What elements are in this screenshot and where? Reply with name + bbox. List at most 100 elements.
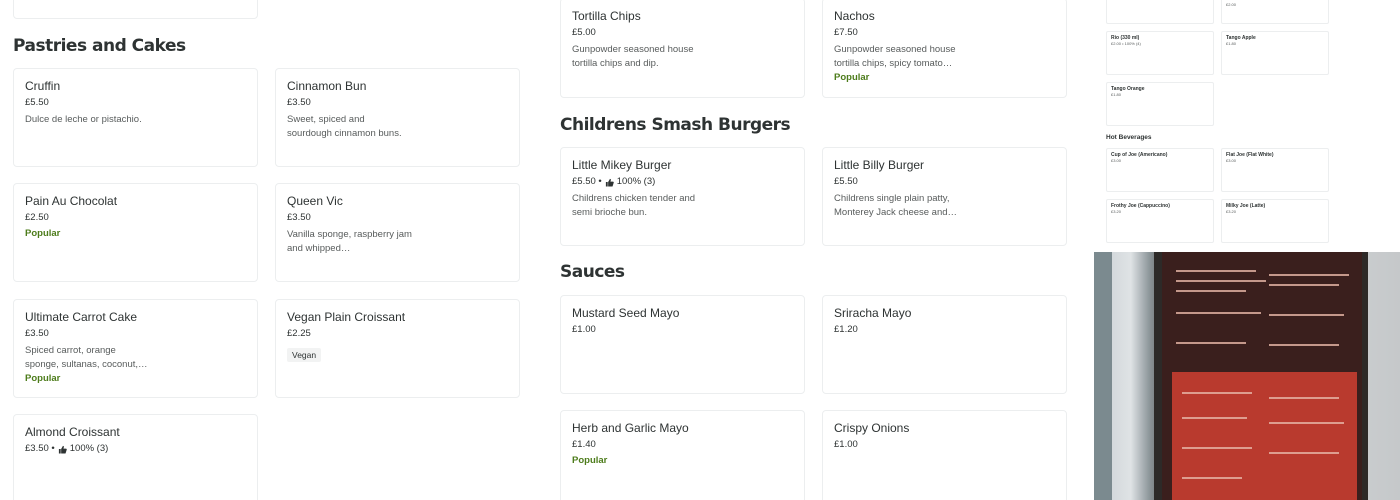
menu-item-crispy-onions[interactable]: Crispy Onions £1.00 xyxy=(822,410,1067,500)
mini-menu-card[interactable]: Rio (330 ml) £2.00 • 100% (4) xyxy=(1106,31,1214,75)
item-name: Pain Au Chocolat xyxy=(25,194,118,208)
item-description: Sweet, spiced and sourdough cinnamon bun… xyxy=(287,114,402,139)
item-rating: 100% (3) xyxy=(69,443,109,454)
board-frame-right xyxy=(1362,252,1368,500)
board-text-line xyxy=(1269,452,1339,454)
mini-menu-card[interactable] xyxy=(1106,0,1214,24)
item-price: £3.50 xyxy=(287,212,311,223)
menu-thumbnail-panel: £2.00 Rio (330 ml) £2.00 • 100% (4) Tang… xyxy=(1094,0,1400,252)
mini-menu-card[interactable]: Milky Joe (Latte) £3.20 xyxy=(1221,199,1329,243)
menu-item-cruffin[interactable]: Cruffin £5.50 Dulce de leche or pistachi… xyxy=(13,68,258,167)
board-text-line xyxy=(1176,312,1261,314)
item-name: Ultimate Carrot Cake xyxy=(25,310,138,324)
board-text-line xyxy=(1269,274,1349,276)
photo-wall xyxy=(1094,252,1112,500)
item-price: £1.00 xyxy=(834,439,858,450)
thumbs-up-icon xyxy=(605,178,614,187)
mini-menu-card[interactable]: Tango Orange £1.80 xyxy=(1106,82,1214,126)
item-description: Spiced carrot, orange sponge, sultanas, … xyxy=(25,345,148,370)
menu-item-almond-croissant[interactable]: Almond Croissant £3.50 • 100% (3) xyxy=(13,414,258,500)
popular-badge: Popular xyxy=(25,373,61,384)
menu-item-vegan-plain-croissant[interactable]: Vegan Plain Croissant £2.25 Vegan xyxy=(275,299,520,398)
mini-item-price: £3.00 xyxy=(1226,158,1237,163)
item-price: £7.50 xyxy=(834,27,858,38)
board-text-line xyxy=(1182,417,1247,419)
item-description: Gunpowder seasoned house tortilla chips,… xyxy=(834,44,956,69)
item-price-rating: £5.50 • 100% (3) xyxy=(572,176,793,188)
mini-menu-card[interactable]: Flat Joe (Flat White) £3.00 xyxy=(1221,148,1329,192)
section-title-pastries: Pastries and Cakes xyxy=(13,36,186,56)
item-price: £1.00 xyxy=(572,324,596,335)
vegan-tag: Vegan xyxy=(287,348,322,362)
mini-menu-card[interactable]: Frothy Joe (Cappuccino) £3.20 xyxy=(1106,199,1214,243)
board-text-line xyxy=(1269,344,1339,346)
board-text-line xyxy=(1269,314,1344,316)
item-price: £2.50 xyxy=(25,212,49,223)
item-name: Cinnamon Bun xyxy=(287,79,367,93)
popular-badge: Popular xyxy=(572,455,608,466)
item-name: Mustard Seed Mayo xyxy=(572,306,680,320)
menu-item-little-billy-burger[interactable]: Little Billy Burger £5.50 Childrens sing… xyxy=(822,147,1067,246)
menu-item-little-mikey-burger[interactable]: Little Mikey Burger £5.50 • 100% (3) Chi… xyxy=(560,147,805,246)
board-text-line xyxy=(1176,342,1246,344)
item-name: Vegan Plain Croissant xyxy=(287,310,406,324)
mini-item-price: £3.00 xyxy=(1111,158,1122,163)
item-name: Little Mikey Burger xyxy=(572,158,672,172)
item-name: Herb and Garlic Mayo xyxy=(572,421,689,435)
item-price: £3.50 xyxy=(25,328,49,339)
item-name: Almond Croissant xyxy=(25,425,120,439)
menu-item-queen-vic[interactable]: Queen Vic £3.50 Vanilla sponge, raspberr… xyxy=(275,183,520,282)
mini-section-title: Hot Beverages xyxy=(1106,134,1152,141)
item-name: Nachos xyxy=(834,9,875,23)
item-name: Little Billy Burger xyxy=(834,158,925,172)
item-price: £5.50 xyxy=(25,97,49,108)
board-text-line xyxy=(1269,284,1339,286)
board-text-line xyxy=(1269,422,1344,424)
item-description: Dulce de leche or pistachio. xyxy=(25,114,142,125)
menu-item-pain-au-chocolat[interactable]: Pain Au Chocolat £2.50 Popular xyxy=(13,183,258,282)
item-description: Childrens chicken tender and semi brioch… xyxy=(572,193,696,218)
mini-item-price: £1.80 xyxy=(1226,41,1237,46)
menu-item-ultimate-carrot-cake[interactable]: Ultimate Carrot Cake £3.50 Spiced carrot… xyxy=(13,299,258,398)
item-name: Tortilla Chips xyxy=(572,9,641,23)
menu-item-tortilla-chips[interactable]: Tortilla Chips £5.00 Gunpowder seasoned … xyxy=(560,0,805,98)
item-price: £2.25 xyxy=(287,328,311,339)
menu-item-cinnamon-bun[interactable]: Cinnamon Bun £3.50 Sweet, spiced and sou… xyxy=(275,68,520,167)
board-text-line xyxy=(1269,397,1339,399)
popular-badge: Popular xyxy=(25,228,61,239)
section-title-childrens-burgers: Childrens Smash Burgers xyxy=(560,115,791,135)
popular-badge: Popular xyxy=(834,72,870,83)
mini-menu-card[interactable]: Tango Apple £1.80 xyxy=(1221,31,1329,75)
item-name: Crispy Onions xyxy=(834,421,910,435)
item-description: Gunpowder seasoned house tortilla chips … xyxy=(572,44,694,69)
mini-item-price: £3.20 xyxy=(1111,209,1122,214)
item-price: £5.50 xyxy=(834,176,858,187)
thumbs-up-icon xyxy=(58,445,67,454)
mini-item-price: £2.00 xyxy=(1226,2,1237,7)
item-price: £1.40 xyxy=(572,439,596,450)
menu-item-sriracha-mayo[interactable]: Sriracha Mayo £1.20 xyxy=(822,295,1067,394)
item-price: £3.50 xyxy=(287,97,311,108)
menu-board-photo xyxy=(1094,252,1400,500)
menu-item-herb-garlic-mayo[interactable]: Herb and Garlic Mayo £1.40 Popular xyxy=(560,410,805,500)
mini-menu-card[interactable]: Cup of Joe (Americano) £3.00 xyxy=(1106,148,1214,192)
item-description: Childrens single plain patty, Monterey J… xyxy=(834,193,958,218)
mini-item-price: £3.20 xyxy=(1226,209,1237,214)
menu-item-nachos[interactable]: Nachos £7.50 Gunpowder seasoned house to… xyxy=(822,0,1067,98)
menu-item-mustard-seed-mayo[interactable]: Mustard Seed Mayo £1.00 xyxy=(560,295,805,394)
item-price: £5.50 • xyxy=(572,176,602,187)
board-text-line xyxy=(1176,280,1266,282)
board-frame-left xyxy=(1154,252,1162,500)
board-text-line xyxy=(1182,477,1242,479)
item-price: £3.50 • xyxy=(25,443,55,454)
mini-item-price: £2.00 • 100% (4) xyxy=(1111,41,1141,46)
item-price: £5.00 xyxy=(572,27,596,38)
board-text-line xyxy=(1176,270,1256,272)
section-title-sauces: Sauces xyxy=(560,262,625,282)
mini-menu-card[interactable]: £2.00 xyxy=(1221,0,1329,24)
item-name: Queen Vic xyxy=(287,194,343,208)
board-text-line xyxy=(1182,447,1252,449)
item-price-rating: £3.50 • 100% (3) xyxy=(25,443,246,455)
board-text-line xyxy=(1182,392,1252,394)
menu-item-card-partial[interactable] xyxy=(13,0,258,19)
